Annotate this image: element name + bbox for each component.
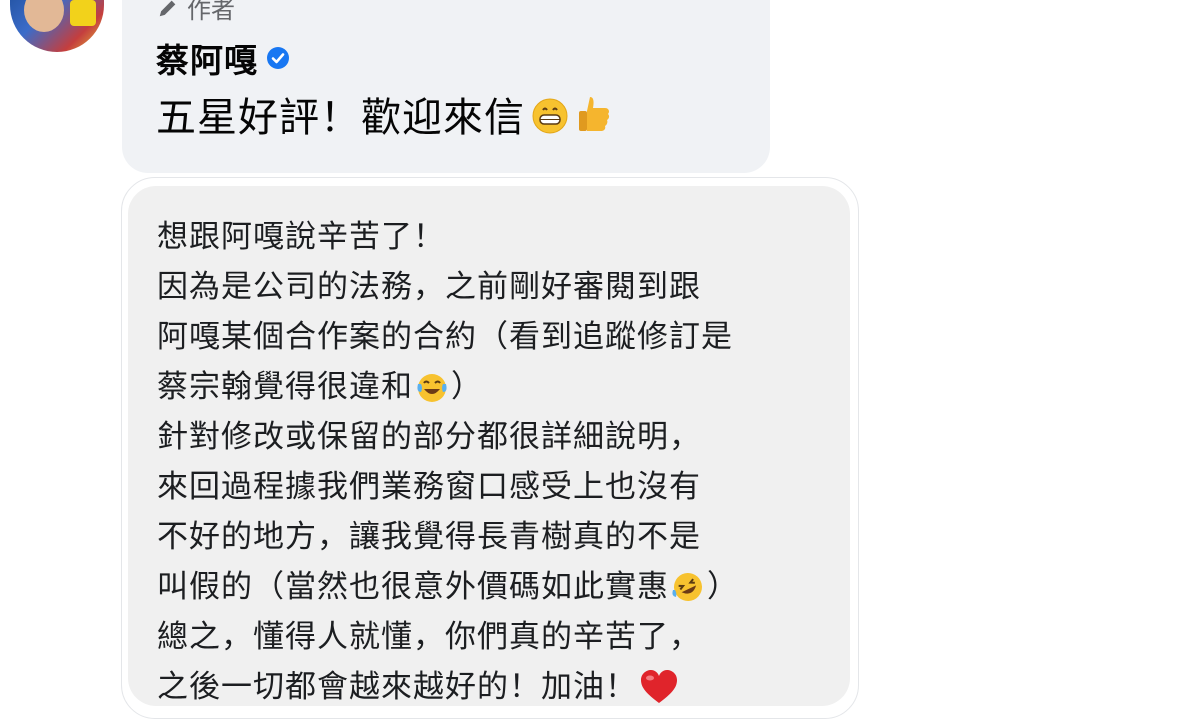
message-line: 來回過程據我們業務窗口感受上也沒有 xyxy=(157,462,739,512)
author-name-link[interactable]: 蔡阿嘎 xyxy=(156,34,258,82)
message-line: 阿嘎某個合作案的合約（看到追蹤修訂是 xyxy=(157,312,739,362)
message-line: 因為是公司的法務，之前剛好審閱到跟 xyxy=(157,262,739,312)
message-body: 想跟阿嘎說辛苦了！ 因為是公司的法務，之前剛好審閱到跟 阿嘎某個合作案的合約（看… xyxy=(157,212,739,712)
rolling-laughing-icon xyxy=(671,570,705,604)
author-label-text: 作者 xyxy=(187,0,235,24)
reply-text-row: 五星好評！歡迎來信 xyxy=(156,85,613,143)
message-line-text: 叫假的（當然也很意外價碼如此實惠 xyxy=(157,569,669,605)
message-line-text: 之後一切都會越來越好的！加油！ xyxy=(157,669,637,705)
message-line-text: 來回過程據我們業務窗口感受上也沒有 xyxy=(157,469,701,505)
message-line-text: 蔡宗翰覺得很違和 xyxy=(157,369,413,405)
thumbs-up-icon xyxy=(575,93,613,135)
message-line-text: 想跟阿嘎說辛苦了！ xyxy=(157,219,445,255)
message-line: 叫假的（當然也很意外價碼如此實惠 ） xyxy=(157,562,739,612)
message-line-text: 總之，懂得人就懂，你們真的辛苦了， xyxy=(157,619,701,655)
reply-text: 五星好評！歡迎來信 xyxy=(156,95,525,141)
message-card: 想跟阿嘎說辛苦了！ 因為是公司的法務，之前剛好審閱到跟 阿嘎某個合作案的合約（看… xyxy=(121,177,859,719)
pencil-icon xyxy=(157,0,179,19)
message-content: 想跟阿嘎說辛苦了！ 因為是公司的法務，之前剛好審閱到跟 阿嘎某個合作案的合約（看… xyxy=(128,186,850,706)
message-line: 蔡宗翰覺得很違和 ） xyxy=(157,362,739,412)
avatar[interactable] xyxy=(10,0,104,52)
message-line: 總之，懂得人就懂，你們真的辛苦了， xyxy=(157,612,739,662)
message-line-text: ） xyxy=(707,569,739,605)
verified-badge-icon xyxy=(266,46,290,70)
author-badge: 作者 xyxy=(157,0,235,25)
grinning-face-icon xyxy=(529,93,571,135)
tears-of-joy-icon xyxy=(415,370,449,404)
message-line: 不好的地方，讓我覺得長青樹真的不是 xyxy=(157,512,739,562)
message-line-text: ） xyxy=(451,369,483,405)
message-line-text: 阿嘎某個合作案的合約（看到追蹤修訂是 xyxy=(157,319,733,355)
message-line: 針對修改或保留的部分都很詳細說明， xyxy=(157,412,739,462)
author-reply-bubble: 作者 蔡阿嘎 五星好評！歡迎來信 xyxy=(122,0,770,173)
message-line-text: 因為是公司的法務，之前剛好審閱到跟 xyxy=(157,269,701,305)
message-line-text: 針對修改或保留的部分都很詳細說明， xyxy=(157,419,701,455)
message-line-text: 不好的地方，讓我覺得長青樹真的不是 xyxy=(157,519,701,555)
message-line: 想跟阿嘎說辛苦了！ xyxy=(157,212,739,262)
message-line: 之後一切都會越來越好的！加油！ xyxy=(157,662,739,712)
red-heart-icon xyxy=(639,669,679,705)
